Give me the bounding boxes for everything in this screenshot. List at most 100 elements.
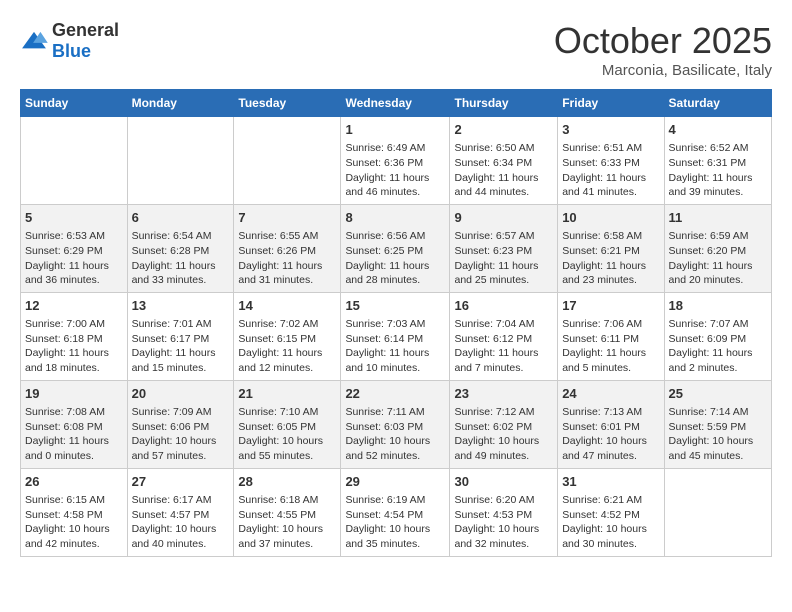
calendar-cell: 31 Sunrise: 6:21 AMSunset: 4:52 PMDayligh… [558, 468, 664, 556]
day-info: Sunrise: 6:57 AMSunset: 6:23 PMDaylight:… [454, 229, 553, 288]
calendar-cell: 4 Sunrise: 6:52 AMSunset: 6:31 PMDaylight… [664, 117, 771, 205]
day-info: Sunrise: 6:20 AMSunset: 4:53 PMDaylight:… [454, 493, 553, 552]
calendar-cell: 19 Sunrise: 7:08 AMSunset: 6:08 PMDayligh… [21, 380, 128, 468]
calendar-cell: 9Sunrise: 6:57 AMSunset: 6:23 PMDaylight… [450, 204, 558, 292]
calendar-cell: 5Sunrise: 6:53 AMSunset: 6:29 PMDaylight… [21, 204, 128, 292]
weekday-header-row: SundayMondayTuesdayWednesdayThursdayFrid… [21, 90, 772, 117]
day-info: Sunrise: 6:19 AMSunset: 4:54 PMDaylight:… [345, 493, 445, 552]
day-number: 27 [132, 473, 230, 491]
calendar-cell: 24 Sunrise: 7:13 AMSunset: 6:01 PMDayligh… [558, 380, 664, 468]
day-number: 11 [669, 209, 767, 227]
day-info: Sunrise: 6:49 AMSunset: 6:36 PMDaylight:… [345, 141, 445, 200]
day-number: 15 [345, 297, 445, 315]
day-number: 28 [238, 473, 336, 491]
day-number: 4 [669, 121, 767, 139]
day-info: Sunrise: 7:00 AMSunset: 6:18 PMDaylight:… [25, 317, 123, 376]
calendar-cell: 1Sunrise: 6:49 AMSunset: 6:36 PMDaylight… [341, 117, 450, 205]
day-info: Sunrise: 6:18 AMSunset: 4:55 PMDaylight:… [238, 493, 336, 552]
day-info: Sunrise: 7:08 AMSunset: 6:08 PMDaylight:… [25, 405, 123, 464]
day-info: Sunrise: 6:15 AMSunset: 4:58 PMDaylight:… [25, 493, 123, 552]
day-info: Sunrise: 6:58 AMSunset: 6:21 PMDaylight:… [562, 229, 659, 288]
day-info: Sunrise: 6:50 AMSunset: 6:34 PMDaylight:… [454, 141, 553, 200]
day-number: 12 [25, 297, 123, 315]
weekday-header-wednesday: Wednesday [341, 90, 450, 117]
day-info: Sunrise: 7:13 AMSunset: 6:01 PMDaylight:… [562, 405, 659, 464]
calendar-week-row: 19 Sunrise: 7:08 AMSunset: 6:08 PMDayligh… [21, 380, 772, 468]
day-number: 31 [562, 473, 659, 491]
weekday-header-tuesday: Tuesday [234, 90, 341, 117]
calendar-table: SundayMondayTuesdayWednesdayThursdayFrid… [20, 89, 772, 557]
calendar-cell: 15 Sunrise: 7:03 AMSunset: 6:14 PMDayligh… [341, 292, 450, 380]
calendar-cell: 23Sunrise: 7:12 AMSunset: 6:02 PMDayligh… [450, 380, 558, 468]
day-number: 16 [454, 297, 553, 315]
logo: General Blue [20, 20, 119, 62]
day-number: 14 [238, 297, 336, 315]
day-number: 6 [132, 209, 230, 227]
calendar-cell [21, 117, 128, 205]
calendar-week-row: 1Sunrise: 6:49 AMSunset: 6:36 PMDaylight… [21, 117, 772, 205]
day-info: Sunrise: 7:04 AMSunset: 6:12 PMDaylight:… [454, 317, 553, 376]
calendar-cell: 26Sunrise: 6:15 AMSunset: 4:58 PMDayligh… [21, 468, 128, 556]
day-info: Sunrise: 6:56 AMSunset: 6:25 PMDaylight:… [345, 229, 445, 288]
calendar-cell: 3 Sunrise: 6:51 AMSunset: 6:33 PMDaylight… [558, 117, 664, 205]
day-info: Sunrise: 7:11 AMSunset: 6:03 PMDaylight:… [345, 405, 445, 464]
day-info: Sunrise: 7:14 AMSunset: 5:59 PMDaylight:… [669, 405, 767, 464]
weekday-header-friday: Friday [558, 90, 664, 117]
calendar-cell: 7Sunrise: 6:55 AMSunset: 6:26 PMDaylight… [234, 204, 341, 292]
calendar-cell [664, 468, 771, 556]
day-info: Sunrise: 6:21 AMSunset: 4:52 PMDaylight:… [562, 493, 659, 552]
calendar-title: October 2025 [554, 20, 772, 62]
calendar-cell: 16 Sunrise: 7:04 AMSunset: 6:12 PMDayligh… [450, 292, 558, 380]
day-info: Sunrise: 6:17 AMSunset: 4:57 PMDaylight:… [132, 493, 230, 552]
day-info: Sunrise: 7:01 AMSunset: 6:17 PMDaylight:… [132, 317, 230, 376]
calendar-week-row: 12 Sunrise: 7:00 AMSunset: 6:18 PMDayligh… [21, 292, 772, 380]
day-info: Sunrise: 6:52 AMSunset: 6:31 PMDaylight:… [669, 141, 767, 200]
calendar-week-row: 5Sunrise: 6:53 AMSunset: 6:29 PMDaylight… [21, 204, 772, 292]
calendar-cell: 11 Sunrise: 6:59 AMSunset: 6:20 PMDayligh… [664, 204, 771, 292]
logo-blue: Blue [52, 41, 91, 61]
calendar-cell: 29 Sunrise: 6:19 AMSunset: 4:54 PMDayligh… [341, 468, 450, 556]
logo-icon [20, 30, 48, 52]
day-info: Sunrise: 6:51 AMSunset: 6:33 PMDaylight:… [562, 141, 659, 200]
day-info: Sunrise: 6:53 AMSunset: 6:29 PMDaylight:… [25, 229, 123, 288]
day-number: 10 [562, 209, 659, 227]
day-number: 24 [562, 385, 659, 403]
calendar-cell: 2 Sunrise: 6:50 AMSunset: 6:34 PMDaylight… [450, 117, 558, 205]
day-info: Sunrise: 7:09 AMSunset: 6:06 PMDaylight:… [132, 405, 230, 464]
calendar-week-row: 26Sunrise: 6:15 AMSunset: 4:58 PMDayligh… [21, 468, 772, 556]
day-number: 18 [669, 297, 767, 315]
calendar-cell: 17 Sunrise: 7:06 AMSunset: 6:11 PMDayligh… [558, 292, 664, 380]
page-header: General Blue October 2025 Marconia, Basi… [20, 20, 772, 79]
calendar-cell: 18Sunrise: 7:07 AMSunset: 6:09 PMDayligh… [664, 292, 771, 380]
calendar-cell: 22 Sunrise: 7:11 AMSunset: 6:03 PMDayligh… [341, 380, 450, 468]
day-info: Sunrise: 6:59 AMSunset: 6:20 PMDaylight:… [669, 229, 767, 288]
day-number: 23 [454, 385, 553, 403]
day-number: 3 [562, 121, 659, 139]
day-number: 19 [25, 385, 123, 403]
weekday-header-thursday: Thursday [450, 90, 558, 117]
day-info: Sunrise: 7:06 AMSunset: 6:11 PMDaylight:… [562, 317, 659, 376]
day-number: 20 [132, 385, 230, 403]
calendar-cell: 13Sunrise: 7:01 AMSunset: 6:17 PMDayligh… [127, 292, 234, 380]
day-number: 22 [345, 385, 445, 403]
day-number: 17 [562, 297, 659, 315]
weekday-header-saturday: Saturday [664, 90, 771, 117]
calendar-cell [234, 117, 341, 205]
day-info: Sunrise: 7:02 AMSunset: 6:15 PMDaylight:… [238, 317, 336, 376]
calendar-cell: 27 Sunrise: 6:17 AMSunset: 4:57 PMDayligh… [127, 468, 234, 556]
logo-general: General [52, 20, 119, 40]
day-info: Sunrise: 7:10 AMSunset: 6:05 PMDaylight:… [238, 405, 336, 464]
day-number: 30 [454, 473, 553, 491]
calendar-cell: 10 Sunrise: 6:58 AMSunset: 6:21 PMDayligh… [558, 204, 664, 292]
calendar-cell: 6Sunrise: 6:54 AMSunset: 6:28 PMDaylight… [127, 204, 234, 292]
calendar-cell: 30 Sunrise: 6:20 AMSunset: 4:53 PMDayligh… [450, 468, 558, 556]
weekday-header-sunday: Sunday [21, 90, 128, 117]
day-number: 2 [454, 121, 553, 139]
calendar-subtitle: Marconia, Basilicate, Italy [554, 62, 772, 79]
day-number: 29 [345, 473, 445, 491]
day-info: Sunrise: 7:03 AMSunset: 6:14 PMDaylight:… [345, 317, 445, 376]
calendar-cell: 28 Sunrise: 6:18 AMSunset: 4:55 PMDayligh… [234, 468, 341, 556]
day-number: 25 [669, 385, 767, 403]
calendar-cell: 12 Sunrise: 7:00 AMSunset: 6:18 PMDayligh… [21, 292, 128, 380]
weekday-header-monday: Monday [127, 90, 234, 117]
